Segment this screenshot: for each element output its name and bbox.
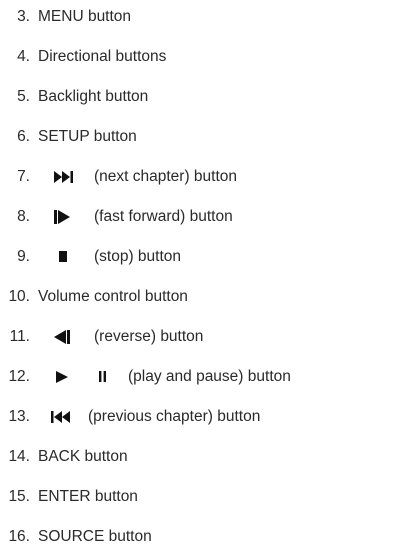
fast-forward-icon bbox=[54, 206, 70, 224]
list-item: 12. (play and pause) button bbox=[0, 366, 403, 388]
stop-icon bbox=[59, 246, 67, 262]
item-label: BACK button bbox=[38, 448, 128, 465]
item-number: 5. bbox=[17, 88, 30, 105]
list-item: 15. ENTER button bbox=[0, 486, 403, 508]
item-number: 12. bbox=[8, 368, 30, 385]
list-item: 16. SOURCE button bbox=[0, 526, 403, 548]
item-label: (next chapter) button bbox=[94, 168, 238, 185]
item-label: ENTER button bbox=[38, 488, 138, 505]
item-number: 13. bbox=[8, 408, 30, 425]
item-label: (reverse) button bbox=[94, 328, 204, 345]
list-item: 11. (reverse) button bbox=[0, 326, 403, 348]
list-item: 4. Directional buttons bbox=[0, 46, 403, 68]
list-item: 13. (previous chapter) button bbox=[0, 406, 403, 428]
item-number: 11. bbox=[9, 328, 30, 345]
item-number: 4. bbox=[17, 48, 30, 65]
item-label: MENU button bbox=[38, 8, 132, 25]
item-number: 10. bbox=[8, 288, 30, 305]
list-item: 3. MENU button bbox=[0, 6, 403, 28]
list-item: 14. BACK button bbox=[0, 446, 403, 468]
item-number: 8. bbox=[17, 208, 30, 225]
item-label: SETUP button bbox=[38, 128, 137, 145]
item-label: (previous chapter) button bbox=[88, 408, 261, 425]
list-item: 10. Volume control button bbox=[0, 286, 403, 308]
item-number: 14. bbox=[8, 448, 30, 465]
next-chapter-icon bbox=[54, 166, 75, 183]
item-label: SOURCE button bbox=[38, 528, 152, 545]
pause-icon bbox=[99, 366, 106, 382]
item-label: Directional buttons bbox=[38, 48, 167, 65]
item-label: (play and pause) button bbox=[128, 368, 291, 385]
item-label: (stop) button bbox=[94, 248, 182, 265]
item-number: 15. bbox=[8, 488, 30, 505]
item-number: 9. bbox=[17, 248, 30, 265]
list-item: 7. (next chapter) button bbox=[0, 166, 403, 188]
list-item: 8. (fast forward) button bbox=[0, 206, 403, 228]
previous-chapter-icon bbox=[51, 406, 72, 423]
list-item: 9. (stop) button bbox=[0, 246, 403, 268]
reverse-icon bbox=[54, 326, 70, 344]
list-item: 6. SETUP button bbox=[0, 126, 403, 148]
item-label: Volume control button bbox=[38, 288, 188, 305]
item-number: 16. bbox=[8, 528, 30, 545]
item-label: (fast forward) button bbox=[94, 208, 233, 225]
item-number: 6. bbox=[17, 128, 30, 145]
item-number: 3. bbox=[17, 8, 30, 25]
list-item: 5. Backlight button bbox=[0, 86, 403, 108]
item-number: 7. bbox=[17, 168, 30, 185]
item-label: Backlight button bbox=[38, 88, 149, 105]
play-icon bbox=[56, 366, 68, 383]
